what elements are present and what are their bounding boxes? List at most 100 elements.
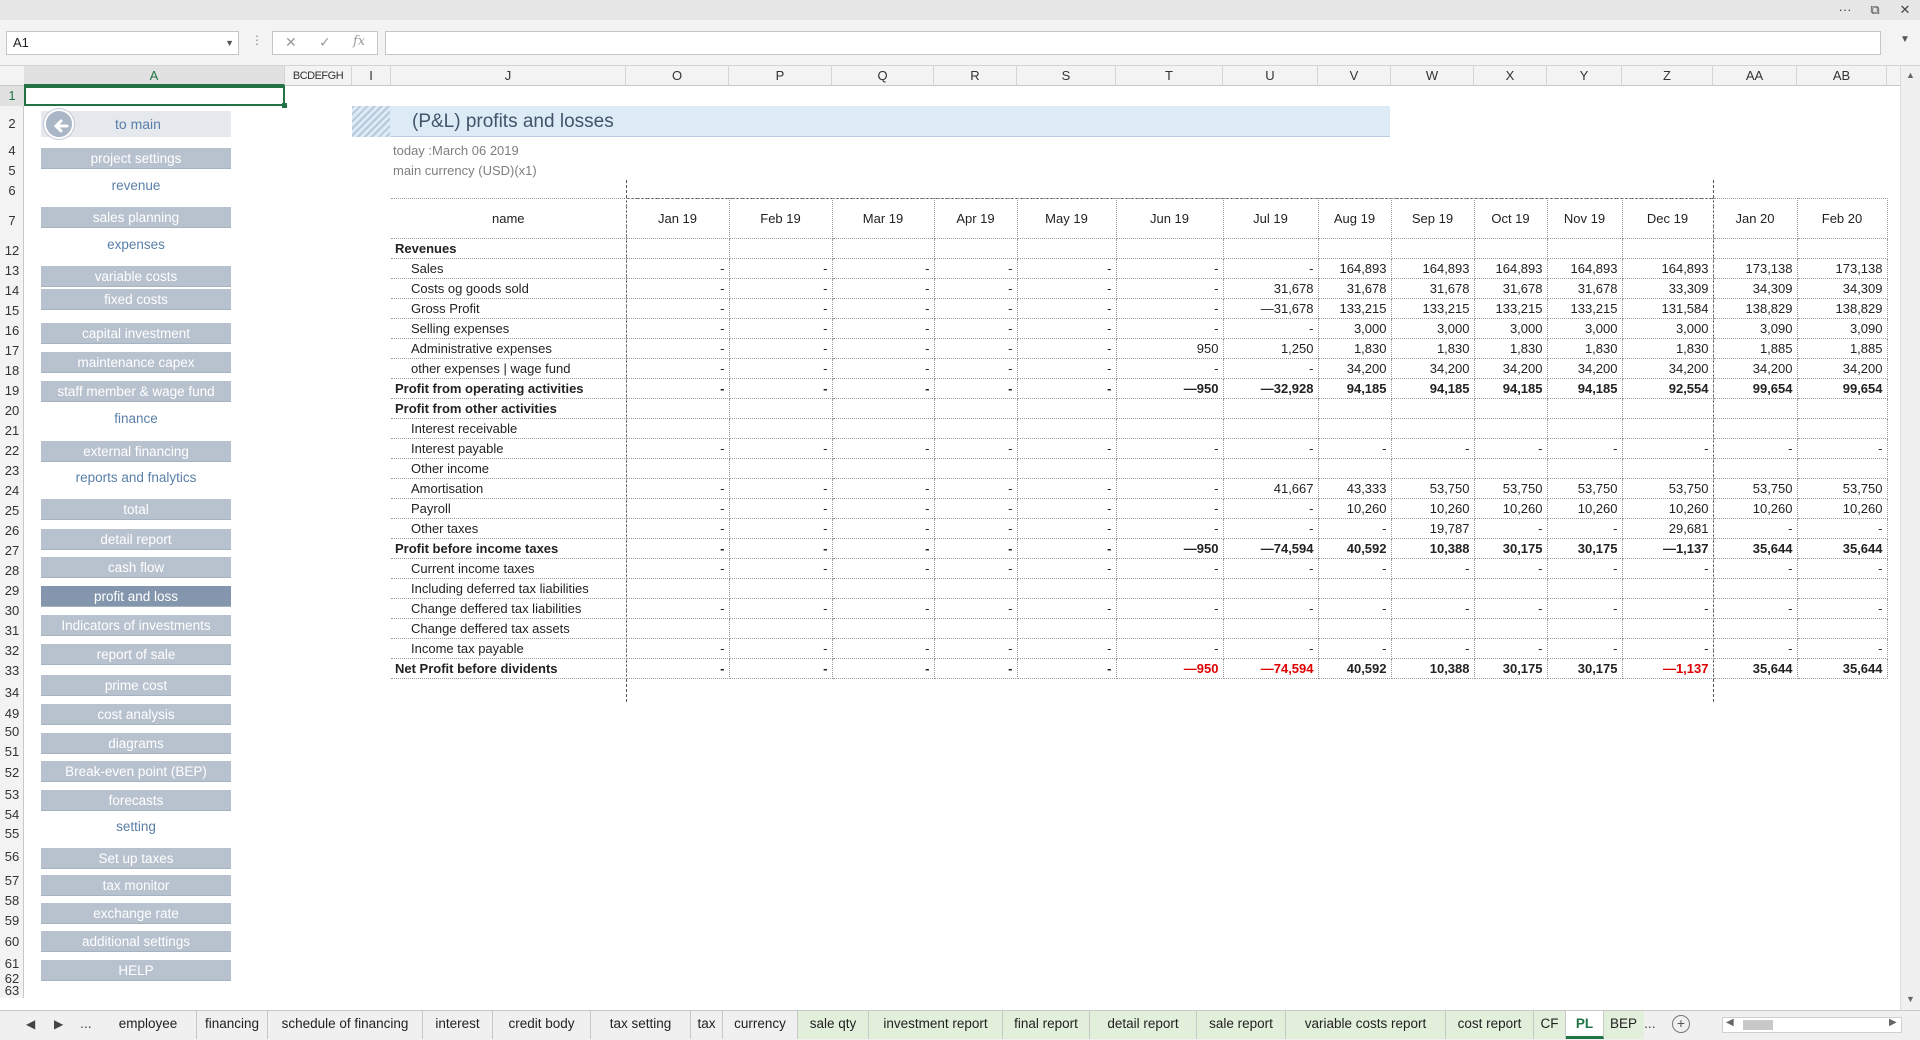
table-cell[interactable]: 34,309 <box>1713 278 1798 299</box>
restore-window-icon[interactable]: ⧉ <box>1864 1 1886 19</box>
table-cell[interactable]: 3,000 <box>1474 318 1548 339</box>
table-cell[interactable] <box>1318 458 1392 479</box>
table-cell[interactable]: 10,388 <box>1391 538 1475 559</box>
table-cell[interactable]: - <box>729 278 833 299</box>
table-cell[interactable]: - <box>1116 598 1224 619</box>
column-header-cell[interactable]: X <box>1474 66 1547 86</box>
row-header-cell[interactable]: 13 <box>0 261 24 281</box>
row-header-cell[interactable]: 16 <box>0 321 24 341</box>
table-cell[interactable]: 3,000 <box>1318 318 1392 339</box>
sidebar-item-fixed-costs[interactable]: fixed costs <box>41 289 231 310</box>
table-cell[interactable]: 1,830 <box>1547 338 1623 359</box>
table-cell[interactable]: - <box>1116 638 1224 659</box>
table-cell[interactable]: 19,787 <box>1391 518 1475 539</box>
table-cell[interactable]: - <box>934 598 1018 619</box>
table-cell[interactable]: - <box>1318 558 1392 579</box>
table-cell[interactable]: 30,175 <box>1474 658 1548 679</box>
row-header-cell[interactable]: 21 <box>0 421 24 441</box>
table-cell[interactable] <box>1017 238 1117 259</box>
row-header-cell[interactable]: 52 <box>0 761 24 784</box>
sheet-tab-sale-report[interactable]: sale report <box>1197 1011 1286 1039</box>
table-cell[interactable]: 138,829 <box>1713 298 1798 319</box>
table-cell[interactable] <box>1713 398 1798 419</box>
table-cell[interactable]: - <box>1017 338 1117 359</box>
table-cell[interactable]: - <box>934 258 1018 279</box>
table-cell[interactable] <box>1391 458 1475 479</box>
table-cell[interactable] <box>1318 578 1392 599</box>
table-cell[interactable] <box>1713 238 1798 259</box>
table-cell[interactable]: 1,830 <box>1318 338 1392 359</box>
table-cell[interactable] <box>1474 398 1548 419</box>
row-label[interactable]: Gross Profit <box>391 298 627 319</box>
column-header-cell[interactable]: I <box>352 66 391 86</box>
sheet-tab-cf[interactable]: CF <box>1534 1011 1566 1039</box>
row-header-cell[interactable]: 49 <box>0 705 24 722</box>
table-cell[interactable] <box>832 618 935 639</box>
row-label[interactable]: Profit from operating activities <box>391 378 627 399</box>
table-cell[interactable]: - <box>832 558 935 579</box>
row-label[interactable]: Revenues <box>391 238 627 259</box>
sidebar-item-break-even-point-bep[interactable]: Break-even point (BEP) <box>41 761 231 782</box>
table-cell[interactable] <box>626 618 730 639</box>
table-cell[interactable]: - <box>832 358 935 379</box>
row-label[interactable]: Costs og goods sold <box>391 278 627 299</box>
table-cell[interactable]: - <box>1223 318 1319 339</box>
table-cell[interactable]: —1,137 <box>1622 658 1714 679</box>
row-header-cell[interactable]: 5 <box>0 161 24 181</box>
sidebar-item-cash-flow[interactable]: cash flow <box>41 557 231 578</box>
scroll-right-icon[interactable]: ▶ <box>1889 1017 1897 1028</box>
vertical-scrollbar[interactable]: ▲ ▼ <box>1900 66 1920 1010</box>
table-cell[interactable]: - <box>1223 498 1319 519</box>
table-cell[interactable]: - <box>1391 558 1475 579</box>
table-cell[interactable] <box>1797 418 1888 439</box>
table-cell[interactable]: - <box>934 538 1018 559</box>
table-cell[interactable]: - <box>626 298 730 319</box>
row-label[interactable]: Selling expenses <box>391 318 627 339</box>
table-cell[interactable]: - <box>1223 558 1319 579</box>
insert-function-icon[interactable]: fx <box>353 34 365 49</box>
cancel-icon[interactable]: ✕ <box>285 34 297 51</box>
table-cell[interactable]: 53,750 <box>1622 478 1714 499</box>
table-cell[interactable]: 34,200 <box>1391 358 1475 379</box>
row-label[interactable]: Other income <box>391 458 627 479</box>
table-cell[interactable]: 34,200 <box>1622 358 1714 379</box>
table-cell[interactable]: - <box>729 378 833 399</box>
row-label[interactable]: Net Profit before dividents <box>391 658 627 679</box>
table-cell[interactable]: - <box>626 598 730 619</box>
table-cell[interactable]: - <box>626 438 730 459</box>
row-label[interactable]: Interest receivable <box>391 418 627 439</box>
sidebar-item-maintenance-capex[interactable]: maintenance capex <box>41 352 231 373</box>
sidebar-item-indicators-of-investments[interactable]: Indicators of investments <box>41 615 231 636</box>
table-cell[interactable] <box>1391 238 1475 259</box>
table-cell[interactable] <box>729 238 833 259</box>
table-cell[interactable]: - <box>1223 518 1319 539</box>
horizontal-scrollbar[interactable]: ◀ ▶ <box>1722 1017 1902 1033</box>
table-cell[interactable]: 3,000 <box>1547 318 1623 339</box>
table-cell[interactable] <box>1797 618 1888 639</box>
table-cell[interactable]: - <box>832 638 935 659</box>
table-cell[interactable]: - <box>832 318 935 339</box>
row-header-cell[interactable]: 7 <box>0 201 24 241</box>
table-cell[interactable]: - <box>1116 478 1224 499</box>
table-cell[interactable]: - <box>729 318 833 339</box>
table-cell[interactable]: —74,594 <box>1223 658 1319 679</box>
column-header-cell[interactable]: W <box>1391 66 1474 86</box>
table-cell[interactable]: - <box>832 298 935 319</box>
table-cell[interactable]: 41,667 <box>1223 478 1319 499</box>
table-cell[interactable]: - <box>832 378 935 399</box>
table-cell[interactable]: - <box>1797 598 1888 619</box>
row-header-cell[interactable]: 17 <box>0 341 24 361</box>
table-cell[interactable]: - <box>934 638 1018 659</box>
table-cell[interactable]: - <box>1391 598 1475 619</box>
table-cell[interactable]: 53,750 <box>1797 478 1888 499</box>
table-cell[interactable] <box>832 458 935 479</box>
column-header-cell[interactable]: S <box>1017 66 1116 86</box>
table-cell[interactable]: - <box>832 478 935 499</box>
table-cell[interactable] <box>1017 458 1117 479</box>
row-label[interactable]: other expenses | wage fund <box>391 358 627 379</box>
table-cell[interactable]: - <box>934 438 1018 459</box>
sidebar-item-project-settings[interactable]: project settings <box>41 148 231 169</box>
table-cell[interactable]: - <box>1116 278 1224 299</box>
sidebar-item-detail-report[interactable]: detail report <box>41 529 231 550</box>
column-header-cell[interactable]: A <box>24 66 285 86</box>
